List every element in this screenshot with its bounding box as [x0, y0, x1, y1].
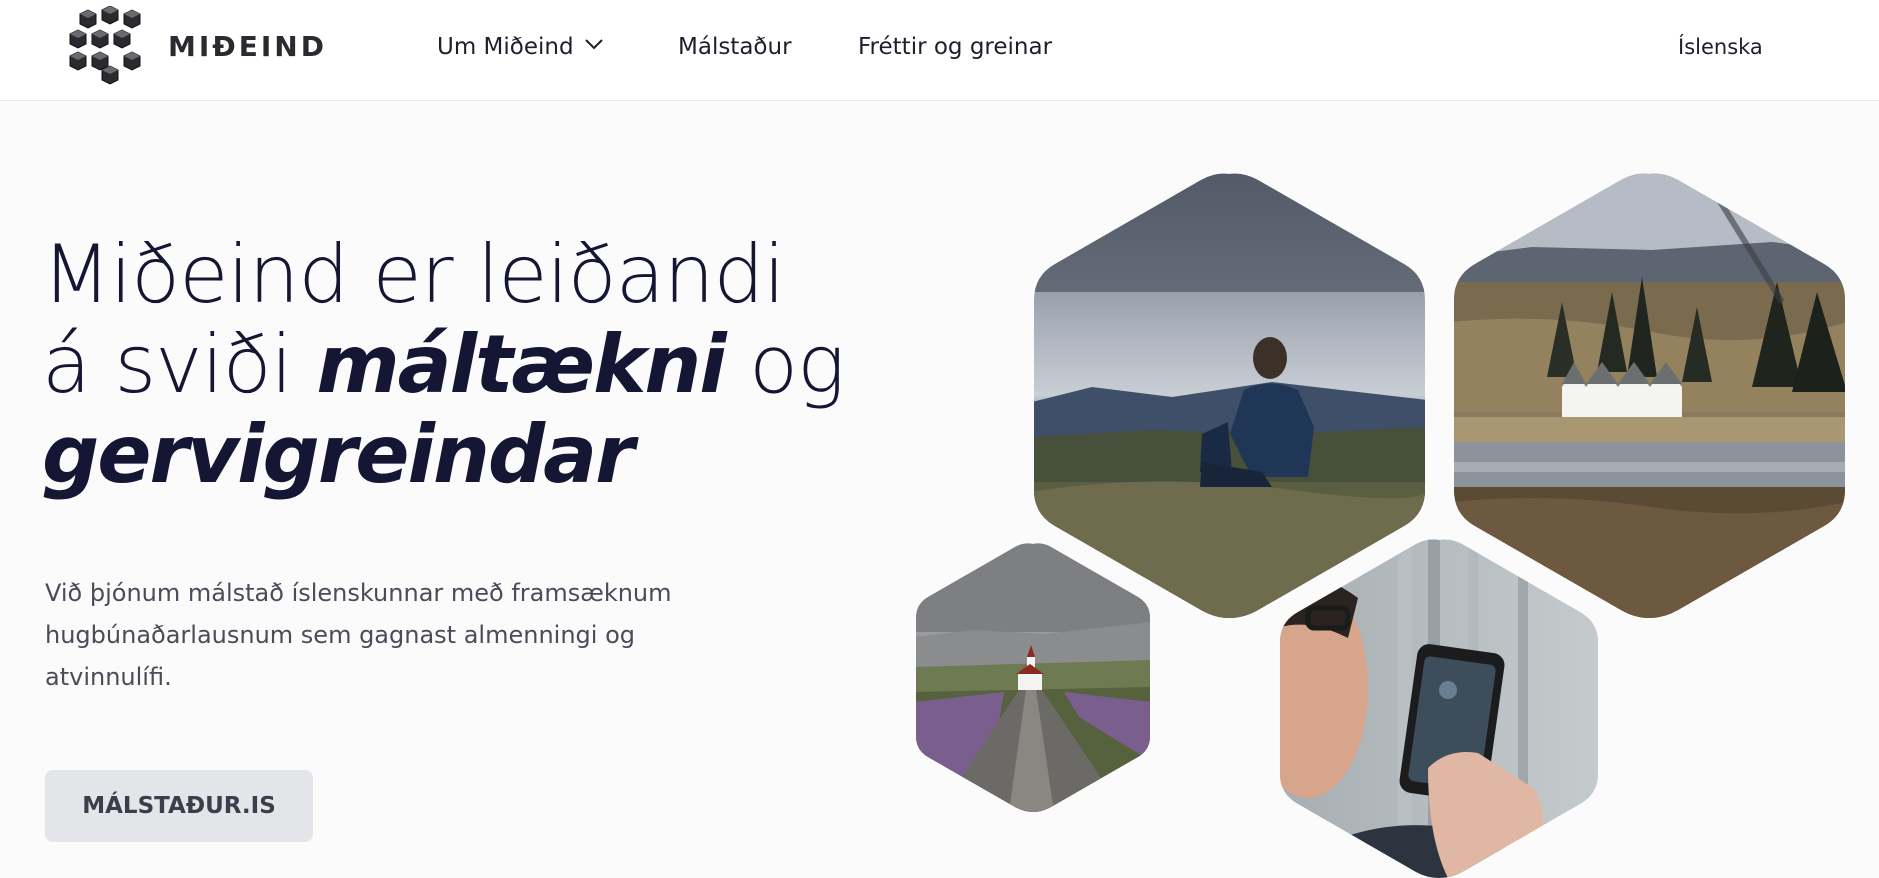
nav-item-malstadur[interactable]: Málstaður — [678, 34, 792, 60]
nav-item-about[interactable]: Um Miðeind — [437, 34, 574, 60]
chevron-down-icon[interactable] — [584, 36, 604, 52]
logo-icon[interactable] — [68, 6, 143, 88]
headline-emphasis: gervigreindar — [42, 408, 635, 501]
logo-wordmark[interactable]: MIÐEIND — [168, 30, 327, 63]
hero-image-church-road — [914, 542, 1152, 812]
hero-image-phone-in-hand — [1278, 538, 1600, 878]
site-header: MIÐEIND Um Miðeind Málstaður Fréttir og … — [0, 0, 1879, 101]
headline-line-3: gervigreindar — [42, 410, 842, 500]
headline-text: og — [724, 318, 845, 411]
headline-text: á sviði — [42, 318, 317, 411]
headline-line-1: Miðeind er leiðandi — [42, 228, 785, 321]
hero-headline: Miðeind er leiðandi á sviði máltækni og … — [42, 228, 845, 500]
malstadur-cta-button[interactable]: MÁLSTAÐUR.IS — [45, 770, 313, 842]
headline-emphasis: máltækni — [316, 318, 726, 411]
language-switcher[interactable]: Íslenska — [1678, 35, 1763, 59]
nav-item-news[interactable]: Fréttir og greinar — [858, 34, 1052, 60]
hero-lead-text: Við þjónum málstað íslenskunnar með fram… — [45, 579, 672, 691]
headline-line-2: á sviði máltækni og — [42, 318, 845, 411]
